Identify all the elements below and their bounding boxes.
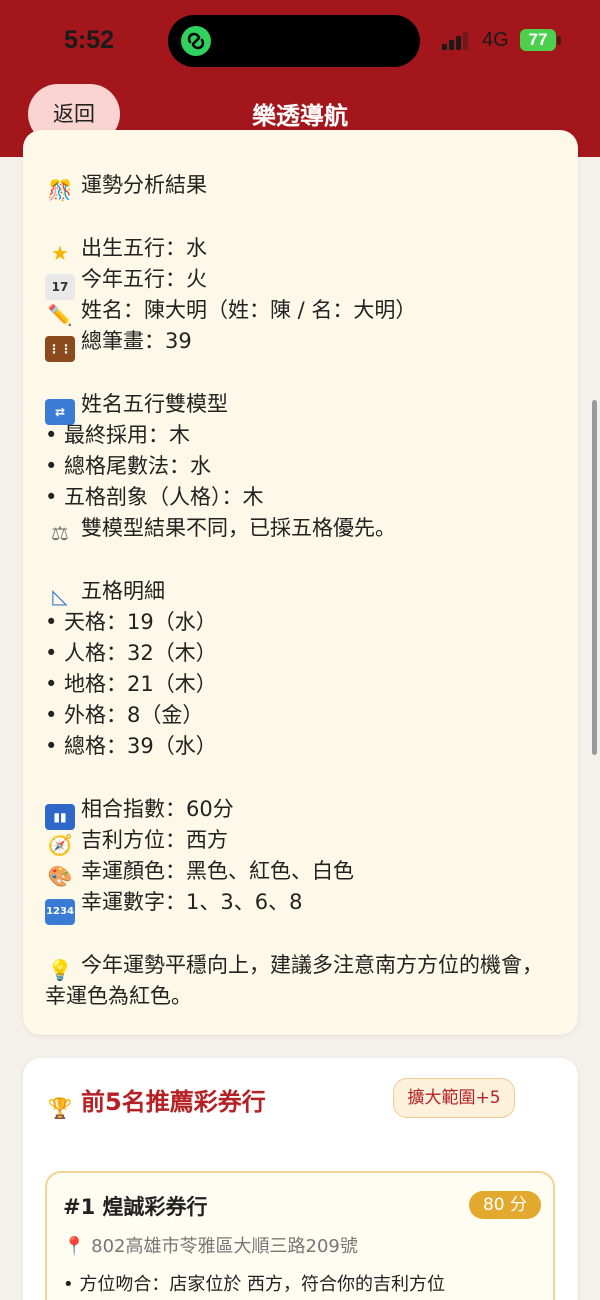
tail-method: • 總格尾數法：水 bbox=[45, 454, 212, 478]
numbers-icon: 1234 bbox=[45, 899, 75, 925]
advice-text: 今年運勢平穩向上，建議多注意南方方位的機會，幸運色為紅色。 bbox=[45, 953, 543, 1008]
dual-model-heading: 姓名五行雙模型 bbox=[81, 392, 228, 416]
confetti-icon: 🎊 bbox=[47, 178, 73, 202]
lucky-colors-row: 🎨 幸運顏色：黑色、紅色、白色 bbox=[45, 856, 354, 888]
shop-address: 802高雄市苓雅區大順三路209號 bbox=[91, 1236, 358, 1257]
lucky-colors: 幸運顏色：黑色、紅色、白色 bbox=[81, 859, 354, 883]
five-grid-heading: 五格明細 bbox=[81, 579, 165, 603]
dual-note: 雙模型結果不同，已採五格優先。 bbox=[81, 516, 396, 540]
final-adopted: • 最終採用：木 bbox=[45, 423, 191, 447]
fortune-heading-row: 🎊 運勢分析結果 bbox=[45, 170, 207, 202]
name-row: ✏️ 姓名：陳大明（姓：陳 / 名：大明） bbox=[45, 295, 417, 327]
scrollbar[interactable] bbox=[592, 400, 597, 755]
abacus-icon: ⋮⋮ bbox=[45, 336, 75, 362]
grid-item-earth: • 地格：21（木） bbox=[45, 672, 217, 696]
grid-item-person: • 人格：32（木） bbox=[45, 641, 217, 665]
total-strokes: 總筆畫：39 bbox=[81, 329, 192, 353]
match-index: 相合指數：60分 bbox=[81, 797, 234, 821]
star-icon: ★ bbox=[51, 241, 69, 265]
battery-icon: 77 bbox=[520, 29, 556, 51]
shop-section-title: 前5名推薦彩券行 bbox=[81, 1088, 266, 1116]
birth-element: 出生五行：水 bbox=[81, 236, 207, 260]
five-grid-heading-row: ◺ 五格明細 bbox=[45, 576, 165, 608]
total-strokes-row: ⋮⋮ 總筆畫：39 bbox=[45, 326, 192, 362]
scale-icon: ⚖ bbox=[51, 521, 69, 545]
page-title: 樂透導航 bbox=[252, 102, 348, 130]
shop-reason: • 方位吻合：店家位於 西方，符合你的吉利方位 bbox=[63, 1274, 446, 1295]
advice-row: 💡 今年運勢平穩向上，建議多注意南方方位的機會，幸運色為紅色。 bbox=[45, 950, 545, 1012]
pin-icon: 📍 bbox=[63, 1236, 86, 1257]
lucky-numbers: 幸運數字：1、3、6、8 bbox=[81, 890, 303, 914]
network-label: 4G bbox=[482, 29, 509, 51]
grid-item-heaven: • 天格：19（水） bbox=[45, 610, 217, 634]
birth-element-row: ★ 出生五行：水 bbox=[45, 233, 207, 265]
compass-icon: 🧭 bbox=[47, 833, 73, 857]
battery-tip bbox=[557, 36, 561, 45]
link-icon bbox=[181, 26, 211, 56]
lightbulb-icon: 💡 bbox=[47, 958, 73, 982]
fortune-heading: 運勢分析結果 bbox=[81, 173, 207, 197]
dual-note-row: ⚖ 雙模型結果不同，已採五格優先。 bbox=[45, 513, 396, 545]
dynamic-island bbox=[168, 15, 420, 67]
status-time: 5:52 bbox=[64, 26, 115, 54]
year-element: 今年五行：火 bbox=[81, 267, 207, 291]
grid-item-outer: • 外格：8（金） bbox=[45, 703, 204, 727]
name-detail: 姓名：陳大明（姓：陳 / 名：大明） bbox=[81, 298, 417, 322]
fortune-result-card: 🎊 運勢分析結果 ★ 出生五行：水 17 今年五行：火 ✏️ 姓名：陳大明（姓：陳 / … bbox=[23, 130, 578, 1035]
pencil-icon: ✏️ bbox=[47, 303, 73, 327]
score-badge: 80 分 bbox=[469, 1191, 541, 1219]
grid-item-total: • 總格：39（水） bbox=[45, 734, 217, 758]
lucky-numbers-row: 1234 幸運數字：1、3、6、8 bbox=[45, 887, 302, 925]
triangle-ruler-icon: ◺ bbox=[52, 584, 68, 608]
shop-name: #1 煌誠彩券行 bbox=[63, 1195, 208, 1219]
shop-list-item[interactable]: #1 煌誠彩券行 80 分 📍 802高雄市苓雅區大順三路209號 • 方位吻合… bbox=[45, 1171, 555, 1300]
shop-section-title-row: 🏆 前5名推薦彩券行 bbox=[45, 1082, 266, 1122]
lucky-direction-row: 🧭 吉利方位：西方 bbox=[45, 825, 228, 857]
shop-recommendation-card: 🏆 前5名推薦彩券行 擴大範圍+5 #1 煌誠彩券行 80 分 📍 802高雄市苓… bbox=[23, 1058, 578, 1300]
five-grid-person: • 五格剖象（人格）：木 bbox=[45, 485, 264, 509]
shop-address-row: 📍 802高雄市苓雅區大順三路209號 bbox=[63, 1232, 358, 1258]
trophy-icon: 🏆 bbox=[47, 1096, 73, 1120]
expand-range-button[interactable]: 擴大範圍+5 bbox=[393, 1078, 515, 1118]
signal-icon bbox=[442, 32, 472, 50]
palette-icon: 🎨 bbox=[47, 864, 73, 888]
lucky-direction: 吉利方位：西方 bbox=[81, 828, 228, 852]
